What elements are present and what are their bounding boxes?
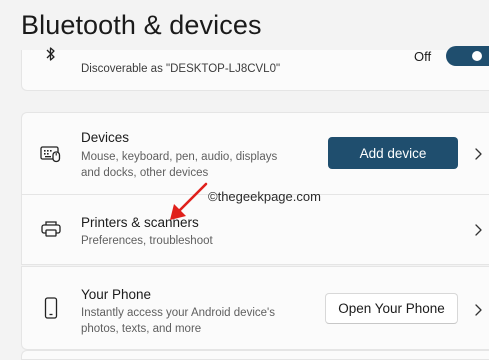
keyboard-mouse-icon xyxy=(40,143,62,165)
bluetooth-card[interactable]: Discoverable as "DESKTOP-LJ8CVL0" Off xyxy=(21,46,489,91)
devices-card[interactable]: Devices Mouse, keyboard, pen, audio, dis… xyxy=(21,112,489,195)
watermark-text: ©thegeekpage.com xyxy=(208,189,321,204)
printer-icon xyxy=(40,218,62,240)
your-phone-title: Your Phone xyxy=(81,287,152,302)
annotation-arrow xyxy=(170,182,208,220)
toggle-knob xyxy=(472,51,482,61)
chevron-right-icon[interactable] xyxy=(473,223,483,237)
bluetooth-toggle-label: Off xyxy=(414,49,432,64)
devices-subtitle-line1: Mouse, keyboard, pen, audio, displays xyxy=(81,151,278,163)
chevron-right-icon[interactable] xyxy=(473,303,483,317)
printers-subtitle: Preferences, troubleshoot xyxy=(81,235,213,247)
chevron-right-icon[interactable] xyxy=(473,147,483,161)
your-phone-card[interactable]: Your Phone Instantly access your Android… xyxy=(21,266,489,350)
open-your-phone-button[interactable]: Open Your Phone xyxy=(325,293,458,324)
your-phone-subtitle-line2: photos, texts, and more xyxy=(81,323,202,335)
bluetooth-discoverable-text: Discoverable as "DESKTOP-LJ8CVL0" xyxy=(81,63,281,75)
your-phone-subtitle-line1: Instantly access your Android device's xyxy=(81,307,275,319)
bluetooth-icon xyxy=(40,46,62,62)
add-device-button[interactable]: Add device xyxy=(328,137,458,169)
bluetooth-toggle[interactable] xyxy=(446,46,489,66)
phone-icon xyxy=(40,297,62,319)
page-title: Bluetooth & devices xyxy=(21,10,262,40)
printers-scanners-card[interactable]: Printers & scanners Preferences, trouble… xyxy=(21,195,489,265)
devices-title: Devices xyxy=(81,130,130,145)
next-card-partial xyxy=(21,350,489,360)
